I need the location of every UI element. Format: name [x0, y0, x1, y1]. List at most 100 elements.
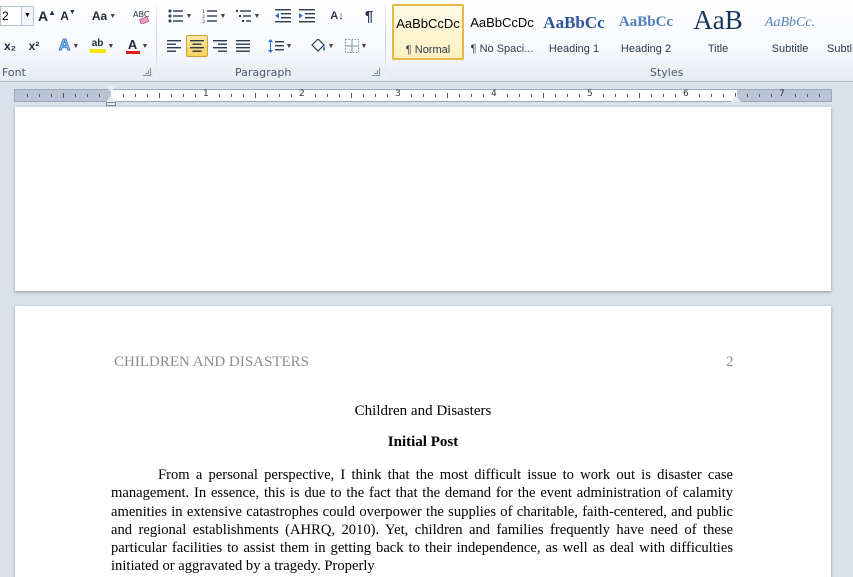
- ruler-number: 2: [299, 89, 305, 99]
- document-page[interactable]: CHILDREN AND DISASTERS 2 Children and Di…: [15, 306, 831, 577]
- style-subtle-emphasis[interactable]: Subtl: [826, 4, 853, 60]
- ruler-tick: [723, 94, 724, 97]
- numbering-button[interactable]: 1 2 3 ▼: [198, 5, 230, 27]
- font-dialog-launcher[interactable]: [143, 68, 151, 76]
- ruler-tick: [147, 94, 148, 97]
- superscript-button[interactable]: x²: [24, 35, 44, 57]
- paragraph-group-label: Paragraph: [235, 66, 292, 79]
- document-subtitle[interactable]: Initial Post: [15, 434, 831, 451]
- ruler-tick: [699, 94, 700, 97]
- increase-indent-button[interactable]: [296, 5, 318, 27]
- font-color-button[interactable]: A ▼: [121, 35, 153, 57]
- align-right-button[interactable]: [209, 35, 231, 57]
- grow-font-icon: A: [37, 8, 49, 24]
- shrink-font-button[interactable]: A ▼: [58, 5, 78, 27]
- align-center-icon: [190, 40, 204, 52]
- sort-button[interactable]: A↓: [326, 5, 348, 27]
- ruler-tick: [771, 94, 772, 97]
- ruler-number: 7: [779, 89, 785, 99]
- ruler-tick: [51, 94, 52, 97]
- ruler-bar[interactable]: 1 2 3 4 5 6 7: [14, 89, 832, 102]
- ruler-tick: [243, 94, 244, 97]
- multilevel-list-button[interactable]: ▼: [232, 5, 264, 27]
- ribbon-separator: [156, 2, 157, 80]
- style-heading-1[interactable]: AaBbCc Heading 1: [538, 4, 610, 60]
- justify-icon: [236, 40, 250, 52]
- ruler-tick: [327, 94, 328, 97]
- line-spacing-button[interactable]: ▼: [264, 35, 296, 57]
- ruler-tick: [63, 93, 64, 98]
- ribbon-separator: [385, 2, 386, 80]
- subscript-button[interactable]: x₂: [0, 35, 20, 57]
- page-header-title[interactable]: CHILDREN AND DISASTERS: [114, 354, 309, 371]
- ruler-tick: [171, 94, 172, 97]
- page-number[interactable]: 2: [726, 354, 734, 371]
- font-size-input[interactable]: 2: [0, 6, 22, 26]
- ruler-tick: [639, 93, 640, 98]
- style-normal[interactable]: AaBbCcDc ¶ Normal: [392, 4, 464, 60]
- align-right-icon: [213, 40, 227, 52]
- font-size-dropdown-button[interactable]: ▼: [22, 6, 34, 26]
- decrease-indent-button[interactable]: [272, 5, 294, 27]
- decrease-indent-icon: [275, 9, 291, 23]
- change-case-button[interactable]: Aa ▼: [88, 5, 120, 27]
- ruler-tick: [195, 94, 196, 97]
- show-formatting-marks-button[interactable]: ¶: [358, 5, 380, 27]
- justify-button[interactable]: [232, 35, 254, 57]
- pilcrow-icon: ¶: [364, 7, 374, 25]
- ruler-tick: [219, 94, 220, 97]
- align-center-button[interactable]: [186, 35, 208, 57]
- clear-formatting-icon: ABC: [133, 10, 150, 24]
- borders-button[interactable]: ▼: [340, 35, 372, 57]
- ruler-tick: [675, 94, 676, 97]
- ruler-tick: [579, 94, 580, 97]
- sort-icon: A↓: [330, 10, 344, 22]
- ribbon: 2 ▼ A ▲ A ▼ Aa ▼ ABC x₂ x² A ▼ ab ▼ A ▼ Font: [0, 0, 853, 82]
- increase-indent-icon: [299, 9, 315, 23]
- body-paragraph[interactable]: From a personal perspective, I think tha…: [111, 466, 733, 576]
- right-indent-marker[interactable]: [731, 96, 741, 102]
- style-heading-2[interactable]: AaBbCc Heading 2: [610, 4, 682, 60]
- grow-font-button[interactable]: A ▲: [37, 5, 57, 27]
- ruler-tick: [99, 94, 100, 97]
- ruler-tick: [183, 94, 184, 97]
- document-title[interactable]: Children and Disasters: [15, 403, 831, 420]
- paragraph-dialog-launcher[interactable]: [372, 68, 380, 76]
- ruler-tick: [411, 94, 412, 97]
- borders-icon: [344, 39, 359, 53]
- ruler-tick: [375, 94, 376, 97]
- ruler-tick: [279, 94, 280, 97]
- horizontal-ruler[interactable]: 1 2 3 4 5 6 7: [0, 83, 853, 107]
- align-left-button[interactable]: [163, 35, 185, 57]
- text-highlight-button[interactable]: ab ▼: [86, 35, 118, 57]
- style-subtitle[interactable]: AaBbCc. Subtitle: [754, 4, 826, 60]
- left-indent-marker[interactable]: [106, 102, 116, 106]
- shading-button[interactable]: ▼: [306, 35, 338, 57]
- text-effects-icon: A: [58, 37, 71, 55]
- multilevel-list-icon: [235, 10, 251, 22]
- bullets-button[interactable]: ▼: [164, 5, 196, 27]
- styles-group-label: Styles: [650, 66, 684, 79]
- text-effects-button[interactable]: A ▼: [55, 35, 83, 57]
- ruler-tick: [519, 94, 520, 97]
- ruler-tick: [339, 94, 340, 97]
- ruler-tick: [387, 94, 388, 97]
- first-line-indent-marker[interactable]: [106, 86, 116, 92]
- change-case-icon: Aa: [91, 9, 108, 23]
- ruler-tick: [39, 94, 40, 97]
- clear-formatting-button[interactable]: ABC: [130, 5, 152, 27]
- ruler-number: 1: [203, 89, 209, 99]
- highlighter-icon: ab: [89, 39, 106, 53]
- document-page[interactable]: [15, 107, 831, 291]
- style-no-spacing[interactable]: AaBbCcDc ¶ No Spaci...: [466, 4, 538, 60]
- ruler-tick: [315, 94, 316, 97]
- ruler-tick: [363, 94, 364, 97]
- ruler-tick: [759, 94, 760, 97]
- styles-gallery: AaBbCcDc ¶ Normal AaBbCcDc ¶ No Spaci...…: [390, 2, 853, 62]
- ruler-tick: [819, 94, 820, 97]
- ruler-tick: [555, 94, 556, 97]
- ruler-tick: [255, 93, 256, 98]
- style-title[interactable]: AaB Title: [682, 4, 754, 60]
- ruler-tick: [447, 93, 448, 98]
- ruler-tick: [123, 94, 124, 97]
